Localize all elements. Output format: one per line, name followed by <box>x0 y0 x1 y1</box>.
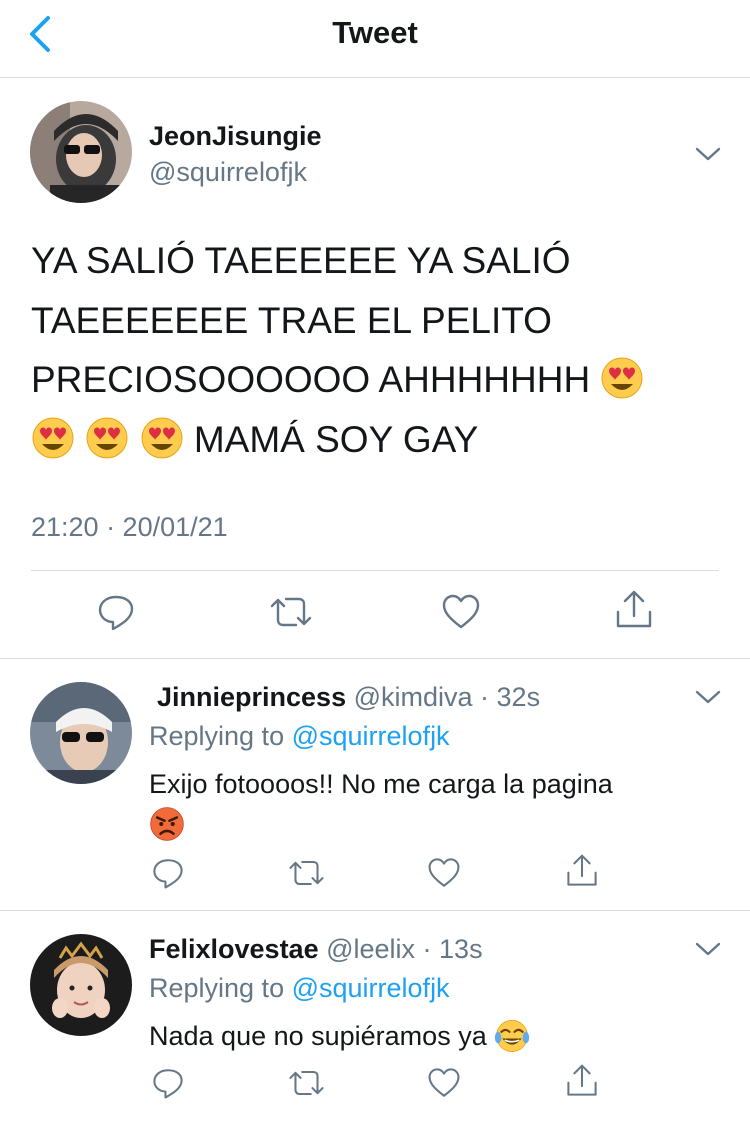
display-name[interactable]: JeonJisungie <box>149 121 322 152</box>
tears-of-joy-emoji-icon <box>495 1019 530 1052</box>
top-nav-bar: Tweet <box>0 0 750 78</box>
reply-icon <box>153 1069 183 1099</box>
replying-to: Replying to @squirrelofjk <box>149 973 450 1004</box>
display-name[interactable]: Felixlovestae <box>149 934 319 964</box>
avatar[interactable] <box>30 101 132 203</box>
reply-text-body: Nada que no supiéramos ya <box>149 1021 487 1051</box>
chevron-down-icon <box>695 147 721 161</box>
replying-to-label: Replying to <box>149 973 285 1003</box>
retweet-icon <box>289 1070 324 1096</box>
heart-eyes-emoji-icon <box>86 417 128 459</box>
user-handle[interactable]: @squirrelofjk <box>149 157 307 188</box>
avatar-photo <box>30 934 132 1036</box>
tweet-text-ending: MAMÁ SOY GAY <box>193 418 479 460</box>
tweet-menu-button[interactable] <box>694 688 722 706</box>
reply-icon <box>153 859 183 889</box>
avatar[interactable] <box>30 682 132 784</box>
share-button[interactable] <box>565 1062 599 1105</box>
retweet-button[interactable] <box>268 592 314 637</box>
tweet-menu-button[interactable] <box>694 940 722 958</box>
angry-face-emoji-icon <box>150 807 184 841</box>
heart-icon <box>428 1068 460 1097</box>
display-name[interactable]: Jinnieprincess <box>157 682 346 712</box>
reply-text-body: Exijo fotoooos!! No me carga la pagina <box>149 769 613 799</box>
avatar[interactable] <box>30 934 132 1036</box>
reply-icon <box>98 595 134 631</box>
tweet-menu-button[interactable] <box>694 145 722 163</box>
tweet-actions <box>0 590 750 638</box>
reply-button[interactable] <box>151 1066 185 1105</box>
avatar-photo <box>30 682 132 784</box>
heart-icon <box>428 858 460 887</box>
heart-icon <box>442 594 480 629</box>
page-title: Tweet <box>332 15 418 50</box>
heart-eyes-emoji-icon <box>601 357 643 399</box>
share-button[interactable] <box>565 852 599 895</box>
share-icon <box>616 590 652 628</box>
tweet-text: YA SALIÓ TAEEEEEE YA SALIÓ TAEEEEEEE TRA… <box>31 231 711 469</box>
retweet-icon <box>289 860 324 886</box>
mention-link[interactable]: @squirrelofjk <box>292 973 450 1003</box>
tweet-text-body: YA SALIÓ TAEEEEEE YA SALIÓ TAEEEEEEE TRA… <box>31 240 591 400</box>
share-icon <box>567 854 597 886</box>
replying-to-label: Replying to <box>149 721 285 751</box>
reply-header: Felixlovestae @leelix · 13s <box>149 934 483 965</box>
mention-link[interactable]: @squirrelofjk <box>292 721 450 751</box>
reply-button[interactable] <box>96 592 136 637</box>
reply-button[interactable] <box>151 856 185 895</box>
avatar-photo <box>30 101 132 203</box>
tweet-timestamp[interactable]: 21:20 · 20/01/21 <box>31 512 228 543</box>
share-button[interactable] <box>614 588 654 637</box>
share-icon <box>567 1064 597 1096</box>
divider <box>31 570 719 571</box>
like-button[interactable] <box>441 592 481 637</box>
reply-text: Exijo fotoooos!! No me carga la pagina <box>149 764 719 844</box>
heart-eyes-emoji-icon <box>141 417 183 459</box>
reply-tweet[interactable]: Felixlovestae @leelix · 13s Replying to … <box>0 912 750 1123</box>
like-button[interactable] <box>427 1066 461 1105</box>
handle-and-time[interactable]: @leelix · 13s <box>326 934 482 964</box>
retweet-icon <box>270 597 312 627</box>
main-tweet: JeonJisungie @squirrelofjk YA SALIÓ TAEE… <box>0 79 750 659</box>
retweet-button[interactable] <box>287 1066 326 1105</box>
heart-eyes-emoji-icon <box>32 417 74 459</box>
retweet-button[interactable] <box>287 856 326 895</box>
reply-text: Nada que no supiéramos ya <box>149 1016 719 1056</box>
handle-and-time[interactable]: @kimdiva · 32s <box>354 682 540 712</box>
reply-tweet[interactable]: Jinnieprincess @kimdiva · 32s Replying t… <box>0 660 750 911</box>
chevron-down-icon <box>695 942 721 956</box>
reply-header: Jinnieprincess @kimdiva · 32s <box>157 682 540 713</box>
chevron-down-icon <box>695 690 721 704</box>
replying-to: Replying to @squirrelofjk <box>149 721 450 752</box>
like-button[interactable] <box>427 856 461 895</box>
